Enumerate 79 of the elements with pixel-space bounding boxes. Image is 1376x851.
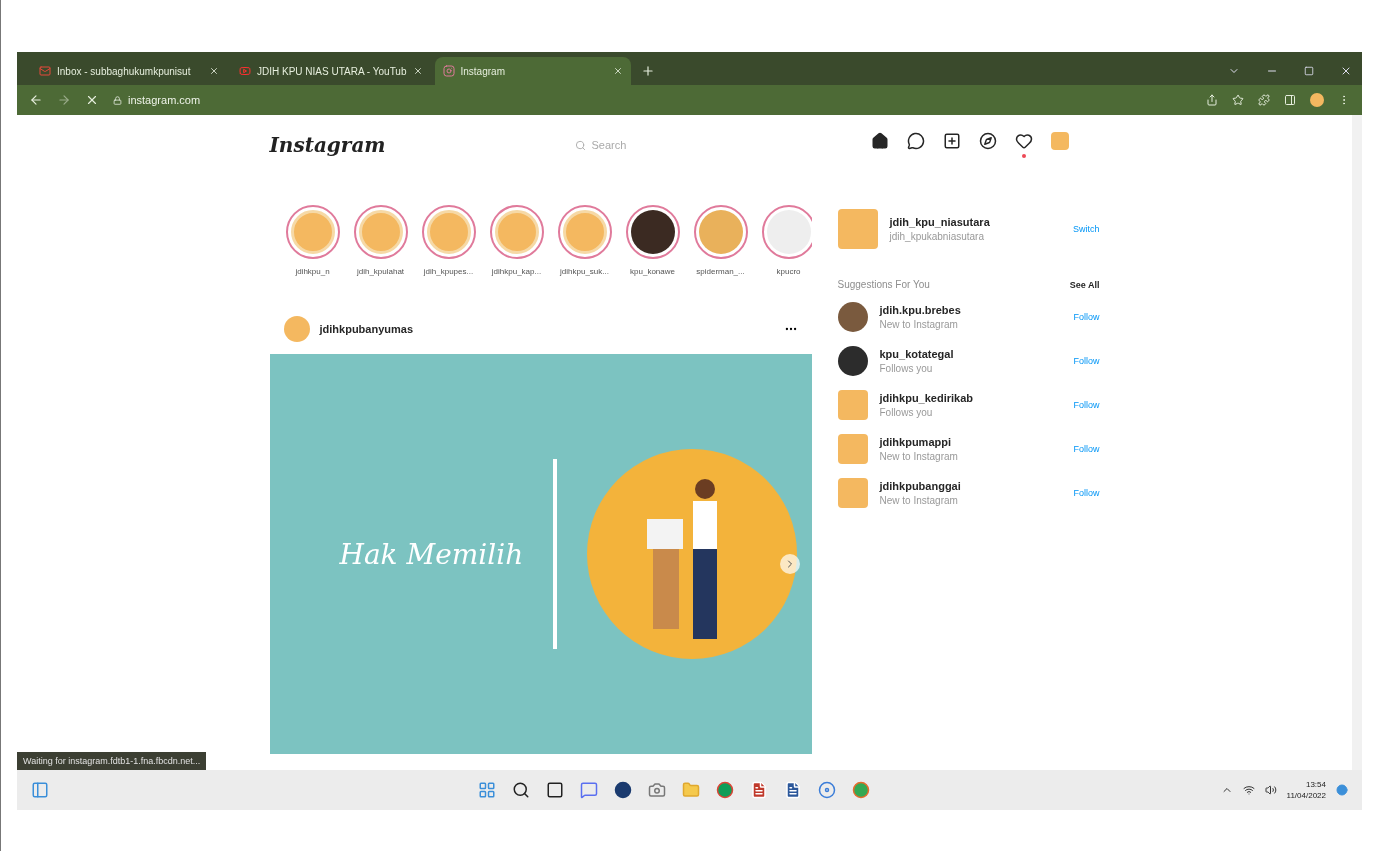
story-label: kpucro xyxy=(776,267,801,276)
maximize-icon[interactable] xyxy=(1304,66,1314,76)
story-avatar xyxy=(698,210,743,254)
suggested-username[interactable]: jdih.kpu.brebes xyxy=(879,304,1062,316)
story-label: jdih_kpulahat xyxy=(356,267,405,276)
clock-time[interactable]: 13:54 xyxy=(1305,780,1326,789)
suggested-username[interactable]: jdihkpubanggai xyxy=(879,480,1062,492)
word-icon[interactable] xyxy=(784,781,802,799)
new-tab-icon[interactable] xyxy=(640,64,655,78)
story-avatar xyxy=(426,210,471,254)
browser-tab[interactable]: JDIH KPU NIAS UTARA - YouTub xyxy=(231,57,431,85)
status-tooltip: Waiting for instagram.fdtb1-1.fna.fbcdn.net... xyxy=(17,752,207,770)
suggestion-reason: Follows you xyxy=(879,407,934,418)
account-username[interactable]: jdih_kpu_niasutara xyxy=(889,216,1061,228)
stop-icon[interactable] xyxy=(85,93,99,107)
story-avatar xyxy=(494,210,539,254)
story-label: jdihkpu_n xyxy=(295,267,330,276)
story-ring[interactable] xyxy=(625,205,680,259)
instagram-logo[interactable]: Instagram xyxy=(269,133,575,157)
task-view-icon[interactable] xyxy=(546,781,564,799)
account-name: jdih_kpukabniasutara xyxy=(889,231,985,242)
star-icon[interactable] xyxy=(1232,94,1244,106)
story-avatar xyxy=(562,210,607,254)
story-avatar xyxy=(290,210,335,254)
story-label: jdihkpu_suk... xyxy=(560,267,609,276)
messenger-icon[interactable] xyxy=(907,132,925,150)
suggestion-reason: New to Instagram xyxy=(879,319,959,330)
story-label: jdihkpu_kap... xyxy=(491,267,542,276)
suggested-username[interactable]: jdihkpumappi xyxy=(879,436,1062,448)
browser-tab[interactable]: Inbox - subbaghukumkpunisut xyxy=(31,57,227,85)
story-avatar xyxy=(358,210,403,254)
story-label: spiderman_... xyxy=(696,267,745,276)
close-icon[interactable] xyxy=(612,66,623,76)
close-icon[interactable] xyxy=(412,66,423,76)
widgets-icon[interactable] xyxy=(31,781,49,799)
suggestion-reason: New to Instagram xyxy=(879,495,959,506)
story-label: jdih_kpupes... xyxy=(423,267,474,276)
suggestions-title: Suggestions For You xyxy=(837,279,931,290)
user-avatar[interactable] xyxy=(837,302,868,332)
clock-date[interactable]: 11/04/2022 xyxy=(1286,791,1326,800)
close-icon[interactable] xyxy=(1340,65,1352,77)
home-icon[interactable] xyxy=(871,132,889,150)
side-panel-icon[interactable] xyxy=(1284,94,1296,106)
notification-icon[interactable] xyxy=(1336,784,1348,796)
suggestion-reason: New to Instagram xyxy=(879,451,959,462)
story-avatar xyxy=(630,210,675,254)
camera-icon xyxy=(442,65,455,77)
profile-avatar[interactable] xyxy=(1310,93,1324,107)
story-label: kpu_konawe xyxy=(630,267,675,276)
see-all-link[interactable]: See All xyxy=(1069,279,1100,290)
video-icon xyxy=(239,65,251,77)
start-icon[interactable] xyxy=(478,781,496,799)
chat-icon[interactable] xyxy=(580,781,598,799)
lock-icon xyxy=(113,95,122,105)
speaker-icon[interactable] xyxy=(1264,784,1277,796)
search-icon xyxy=(574,139,586,151)
suggestion-reason: Follows you xyxy=(879,363,934,374)
post-title: Hak Memilih xyxy=(339,537,524,571)
back-icon[interactable] xyxy=(29,93,43,107)
wifi-icon[interactable] xyxy=(1242,784,1255,796)
post-author[interactable]: jdihkpubanyumas xyxy=(319,323,774,335)
browser-tab[interactable]: Instagram xyxy=(434,57,631,85)
forward-icon[interactable] xyxy=(57,93,71,107)
heart-icon[interactable] xyxy=(1015,132,1033,150)
search-icon[interactable] xyxy=(512,781,530,799)
compass-icon[interactable] xyxy=(979,132,997,150)
disc-icon[interactable] xyxy=(818,781,836,799)
plus-icon[interactable] xyxy=(943,132,961,150)
user-avatar[interactable] xyxy=(837,346,868,376)
address-field[interactable]: instagram.com xyxy=(128,94,201,106)
story-avatar xyxy=(766,210,811,254)
suggested-username[interactable]: kpu_kotategal xyxy=(879,348,1062,360)
mail-icon xyxy=(39,65,51,77)
pdf-icon[interactable] xyxy=(750,781,768,799)
share-icon[interactable] xyxy=(1206,94,1218,106)
extensions-icon[interactable] xyxy=(1258,94,1270,106)
suggested-username[interactable]: jdihkpu_kedirikab xyxy=(879,392,1062,404)
close-icon[interactable] xyxy=(209,66,219,76)
camera-icon[interactable] xyxy=(648,781,666,799)
